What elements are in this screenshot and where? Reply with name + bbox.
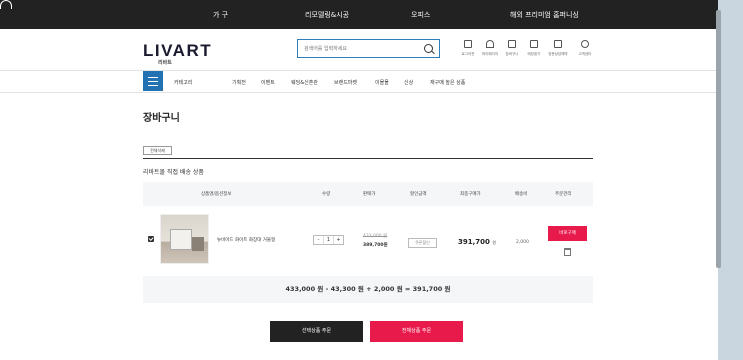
final-price: 391,700 원 — [458, 238, 496, 246]
nav-item-exhibition[interactable]: 기획전 — [232, 79, 246, 86]
search-box — [297, 39, 440, 58]
page-title: 장바구니 — [143, 113, 180, 124]
product-thumbnail[interactable] — [160, 214, 209, 264]
logo-subtitle: 리바트 — [158, 60, 172, 66]
store-finder-link[interactable]: 매장찾기 — [523, 40, 545, 57]
home-icon[interactable] — [0, 0, 12, 9]
topbar-link-furniture[interactable]: 가 구 — [213, 10, 228, 20]
cart-divider — [143, 158, 593, 159]
nav-bottom-divider — [0, 92, 718, 93]
col-quantity: 수량 — [322, 192, 331, 197]
search-icon[interactable] — [424, 44, 433, 53]
quantity-stepper: - 1 + — [313, 235, 344, 245]
item-checkbox[interactable] — [148, 236, 154, 242]
product-name[interactable]: 뉴비아드 화이트 화장대 거울형 — [217, 237, 275, 243]
final-price-unit: 원 — [492, 240, 497, 245]
nav-item-brand-market[interactable]: 브랜드마켓 — [334, 79, 357, 86]
calendar-icon — [554, 40, 562, 48]
col-discount: 할인금액 — [410, 192, 427, 197]
nav-item-new[interactable]: 신상 — [404, 79, 413, 86]
table-header: 상품명/옵션정보 수량 판매가 할인금액 최종구매가 배송비 주문관리 — [143, 182, 593, 206]
nav-item-emall[interactable]: 이몰몰 — [375, 79, 389, 86]
price-summary: 433,000 원 - 43,300 원 + 2,000 원 = 391,700… — [143, 276, 593, 303]
sale-price: 389,700원 — [363, 243, 388, 248]
store-icon — [530, 40, 538, 48]
top-bar: 가 구 리모델링&시공 오피스 해외 프리미엄 홈퍼니싱 — [0, 0, 718, 29]
logout-icon — [464, 40, 472, 48]
topbar-link-premium[interactable]: 해외 프리미엄 홈퍼니싱 — [510, 10, 579, 20]
trash-icon[interactable] — [564, 248, 571, 256]
final-price-value: 391,700 — [458, 238, 490, 246]
cart-icon — [508, 40, 516, 48]
topbar-link-office[interactable]: 오피스 — [411, 10, 430, 20]
delete-all-button[interactable]: 전체삭제 — [143, 146, 172, 155]
col-shipping: 배송비 — [515, 192, 528, 197]
section-title: 리바트몰 직접 배송 상품 — [143, 169, 204, 176]
col-final-price: 최종구매가 — [460, 192, 481, 197]
topbar-link-remodeling[interactable]: 리모델링&시공 — [305, 10, 349, 20]
consult-link[interactable]: 방문상담예약 — [547, 40, 569, 57]
order-selected-button[interactable]: 선택상품 주문 — [270, 321, 363, 342]
mypage-link[interactable]: 마이페이지 — [479, 40, 501, 57]
quantity-increase-button[interactable]: + — [334, 236, 343, 244]
col-product: 상품명/옵션정보 — [201, 192, 232, 197]
search-input[interactable] — [304, 44, 414, 54]
cart-link[interactable]: 장바구니 — [501, 40, 523, 57]
quantity-value[interactable]: 1 — [324, 236, 334, 244]
headset-icon — [581, 40, 589, 48]
col-price: 판매가 — [363, 192, 376, 197]
logout-link[interactable]: 로그아웃 — [457, 40, 479, 57]
scrollbar-thumb[interactable] — [716, 10, 721, 268]
nav-item-wedding[interactable]: 웨딩&신혼관 — [291, 79, 318, 86]
col-order-manage: 주문관리 — [555, 192, 572, 197]
nav-top-divider — [0, 70, 718, 71]
shipping-fee: 2,000 — [516, 240, 529, 245]
quantity-decrease-button[interactable]: - — [314, 236, 324, 244]
menu-icon[interactable] — [143, 71, 163, 91]
table-row: 뉴비아드 화이트 화장대 거울형 - 1 + 433,000 원 389,700… — [143, 207, 593, 273]
nav-item-event[interactable]: 이벤트 — [261, 79, 275, 86]
nav-category[interactable]: 카테고리 — [174, 79, 192, 86]
user-icon — [486, 40, 494, 48]
customer-center-link[interactable]: 고객센터 — [574, 40, 596, 57]
coupon-discount-button[interactable]: 쿠폰할인 — [408, 238, 437, 248]
nav-item-repurchase[interactable]: 재구매 높은 상품 — [430, 79, 465, 86]
order-all-button[interactable]: 전체상품 주문 — [370, 321, 463, 342]
logo[interactable]: LIVART — [143, 41, 212, 61]
buy-now-button[interactable]: 바로구매 — [548, 226, 587, 241]
page: 가 구 리모델링&시공 오피스 해외 프리미엄 홈퍼니싱 LIVART 리바트 … — [0, 0, 718, 360]
original-price: 433,000 원 — [363, 234, 388, 239]
